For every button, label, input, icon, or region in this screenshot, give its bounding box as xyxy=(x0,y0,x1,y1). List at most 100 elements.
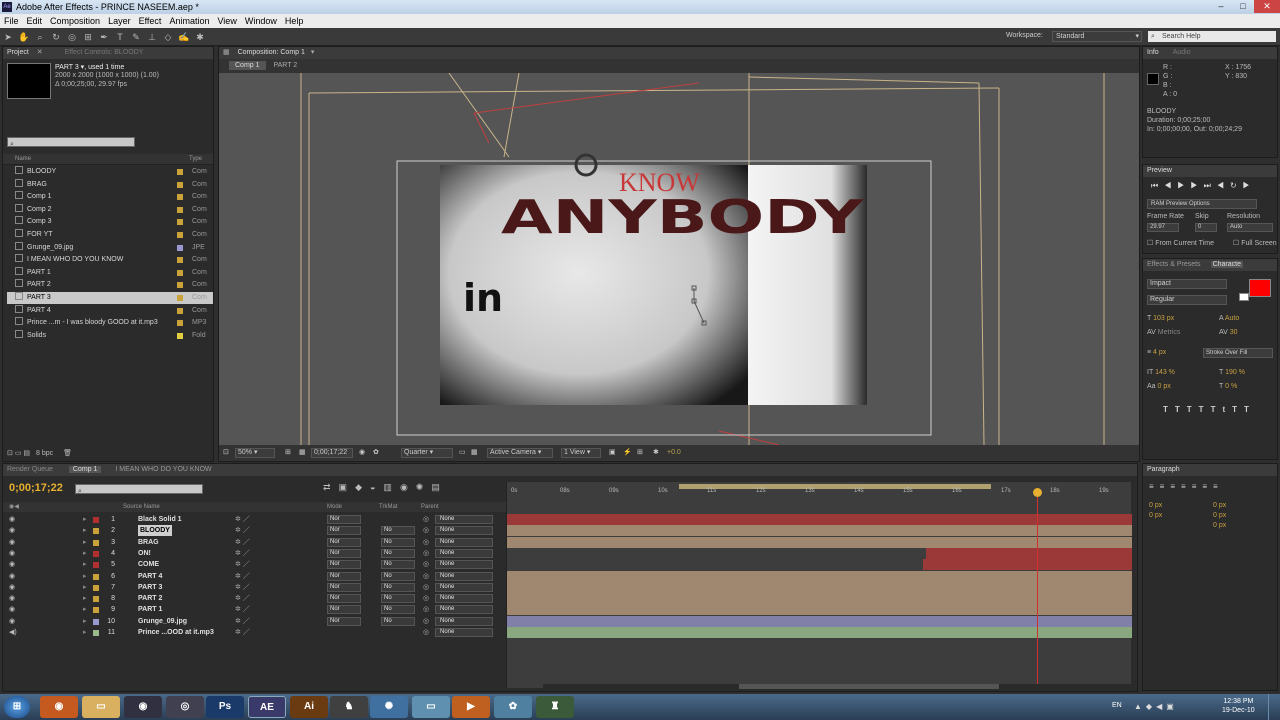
close-button[interactable]: ✕ xyxy=(1254,0,1280,13)
search-help-input[interactable]: ⌕ Search Help xyxy=(1148,31,1276,42)
space-after-value[interactable]: 0 px xyxy=(1213,522,1226,529)
project-item[interactable]: PART 4 Com xyxy=(7,304,213,317)
layer-switches[interactable]: ✲ ／ xyxy=(235,627,250,638)
play-icon[interactable]: ▶ xyxy=(1177,181,1190,190)
label-color-swatch[interactable] xyxy=(177,282,183,289)
close-icon[interactable]: ✕ xyxy=(37,49,43,56)
comp-viewport[interactable]: KNOW ANYBODY in xyxy=(219,73,1139,445)
horizontal-scale-value[interactable]: 190 % xyxy=(1225,369,1245,376)
expand-arrow-icon[interactable]: ▸ xyxy=(83,559,87,570)
baseline-shift-value[interactable]: 0 px xyxy=(1158,383,1171,390)
clock[interactable]: 12:38 PM 19-Dec-10 xyxy=(1222,697,1255,715)
tsume-value[interactable]: 0 % xyxy=(1225,383,1237,390)
app-icon-9[interactable]: ✺ xyxy=(370,696,408,718)
new-folder-icon[interactable]: ▭ xyxy=(15,450,22,457)
fill-color-swatch[interactable] xyxy=(1249,279,1271,297)
layer-row[interactable]: ◉ ▸ 3 BRAG ✲ ／ Nor No ◎ None xyxy=(3,537,508,548)
layer-row[interactable]: ◉ ▸ 5 COME ✲ ／ Nor No ◎ None xyxy=(3,559,508,570)
pick-whip-icon[interactable]: ◎ xyxy=(423,525,429,536)
draft-3d-icon[interactable]: ◆ xyxy=(355,482,370,492)
layer-switches[interactable]: ✲ ／ xyxy=(235,604,250,615)
parent-select[interactable]: None xyxy=(435,571,493,581)
photoshop-icon[interactable]: Ps xyxy=(206,696,244,718)
pick-whip-icon[interactable]: ◎ xyxy=(423,593,429,604)
layer-name[interactable]: Black Solid 1 xyxy=(138,514,182,525)
blend-mode-select[interactable]: Nor xyxy=(327,548,361,558)
layer-row[interactable]: ◉ ▸ 9 PART 1 ✲ ／ Nor No ◎ None xyxy=(3,604,508,615)
project-item[interactable]: Comp 2 Com xyxy=(7,203,213,216)
timeline-graph[interactable]: 0s 08s 09s 10s 11s 12s 13s 14s 15s 16s 17s 18s 19s xyxy=(506,482,1132,688)
roto-tool-icon[interactable]: ✍ xyxy=(177,30,191,44)
visibility-eye-icon[interactable]: ◉ xyxy=(9,604,15,615)
visibility-eye-icon[interactable]: ◉ xyxy=(9,525,15,536)
vertical-scale-value[interactable]: 143 % xyxy=(1155,369,1175,376)
layer-row[interactable]: ◀) ▸ 11 Prince ...OOD at it.mp3 ✲ ／ ◎ None xyxy=(3,627,508,638)
layer-duration-bar[interactable] xyxy=(507,615,1132,627)
app-icon-13[interactable]: ♜ xyxy=(536,696,574,718)
parent-select[interactable]: None xyxy=(435,594,493,604)
font-family-select[interactable]: Impact xyxy=(1147,279,1227,289)
layer-duration-bar[interactable] xyxy=(507,525,1132,537)
region-of-interest-icon[interactable]: ▭ xyxy=(459,445,466,461)
camera-view-select[interactable]: Active Camera ▾ xyxy=(487,448,553,458)
layer-label-color[interactable] xyxy=(93,562,99,569)
project-item[interactable]: Grunge_09.jpg JPE xyxy=(7,241,213,254)
blend-mode-select[interactable]: Nor xyxy=(327,537,361,547)
layer-duration-bar[interactable] xyxy=(507,593,1132,605)
parent-select[interactable]: None xyxy=(435,515,493,524)
stroke-width-value[interactable]: 4 px xyxy=(1153,349,1166,356)
show-desktop-button[interactable] xyxy=(1268,694,1280,720)
blend-mode-select[interactable]: Nor xyxy=(327,571,361,581)
expand-arrow-icon[interactable]: ▸ xyxy=(83,548,87,559)
layer-row[interactable]: ◉ ▸ 10 Grunge_09.jpg ✲ ／ Nor No ◎ None xyxy=(3,616,508,627)
visibility-eye-icon[interactable]: ◉ xyxy=(9,514,15,525)
label-color-swatch[interactable] xyxy=(177,257,183,264)
all-caps-icon[interactable]: TT xyxy=(1187,405,1211,414)
expand-arrow-icon[interactable]: ▸ xyxy=(83,627,87,638)
expand-arrow-icon[interactable]: ▸ xyxy=(83,616,87,627)
camera-tool-icon[interactable]: ◎ xyxy=(65,30,79,44)
track-matte-select[interactable]: No xyxy=(381,594,415,604)
playhead-handle[interactable] xyxy=(1033,488,1042,497)
layer-name[interactable]: Grunge_09.jpg xyxy=(138,616,187,627)
tab-timeline-i-mean[interactable]: I MEAN WHO DO YOU KNOW xyxy=(115,466,211,473)
expand-arrow-icon[interactable]: ▸ xyxy=(83,604,87,615)
layer-label-color[interactable] xyxy=(93,630,99,636)
loop-icon[interactable]: ↻ xyxy=(1230,181,1243,190)
label-color-swatch[interactable] xyxy=(177,232,183,238)
project-search-input[interactable]: ⌕ xyxy=(7,137,135,148)
label-color-swatch[interactable] xyxy=(177,219,183,226)
current-time-indicator[interactable] xyxy=(1037,488,1038,686)
justify-all-icon[interactable]: ≡ xyxy=(1213,482,1224,491)
pick-whip-icon[interactable]: ◎ xyxy=(423,548,429,559)
layer-row[interactable]: ◉ ▸ 7 PART 3 ✲ ／ Nor No ◎ None xyxy=(3,582,508,593)
blend-mode-select[interactable]: Nor xyxy=(327,605,361,615)
tab-audio[interactable]: Audio xyxy=(1173,49,1191,56)
expand-arrow-icon[interactable]: ▸ xyxy=(83,525,87,536)
tab-project[interactable]: Project xyxy=(7,49,29,56)
visibility-eye-icon[interactable]: ◉ xyxy=(9,559,15,570)
track-matte-select[interactable]: No xyxy=(381,537,415,547)
menu-animation[interactable]: Animation xyxy=(165,14,213,28)
layer-row[interactable]: ◉ ▸ 6 PART 4 ✲ ／ Nor No ◎ None xyxy=(3,571,508,582)
layer-label-color[interactable] xyxy=(93,607,99,614)
faux-bold-icon[interactable]: T xyxy=(1163,405,1175,414)
timeline-scrollbar[interactable] xyxy=(543,684,1133,689)
label-color-swatch[interactable] xyxy=(177,295,183,301)
align-center-icon[interactable]: ≡ xyxy=(1160,482,1171,491)
minimize-button[interactable]: – xyxy=(1210,0,1232,13)
visibility-eye-icon[interactable]: ◉ xyxy=(9,582,15,593)
firefox-icon[interactable]: ◉ xyxy=(40,696,78,718)
app-icon-8[interactable]: ♞ xyxy=(330,696,368,718)
layer-row[interactable]: ◉ ▸ 8 PART 2 ✲ ／ Nor No ◎ None xyxy=(3,593,508,604)
track-matte-select[interactable]: No xyxy=(381,526,415,536)
interpret-footage-icon[interactable]: ⊡ xyxy=(7,450,13,457)
project-item[interactable]: PART 3 Com xyxy=(7,292,213,304)
layer-label-color[interactable] xyxy=(93,550,99,557)
last-frame-icon[interactable]: ⏭ xyxy=(1204,181,1217,190)
layer-switches[interactable]: ✲ ／ xyxy=(235,559,250,570)
menu-effect[interactable]: Effect xyxy=(135,14,166,28)
tab-info[interactable]: Info xyxy=(1147,49,1159,56)
pan-behind-tool-icon[interactable]: ⊞ xyxy=(81,30,95,44)
parent-select[interactable]: None xyxy=(435,582,493,592)
